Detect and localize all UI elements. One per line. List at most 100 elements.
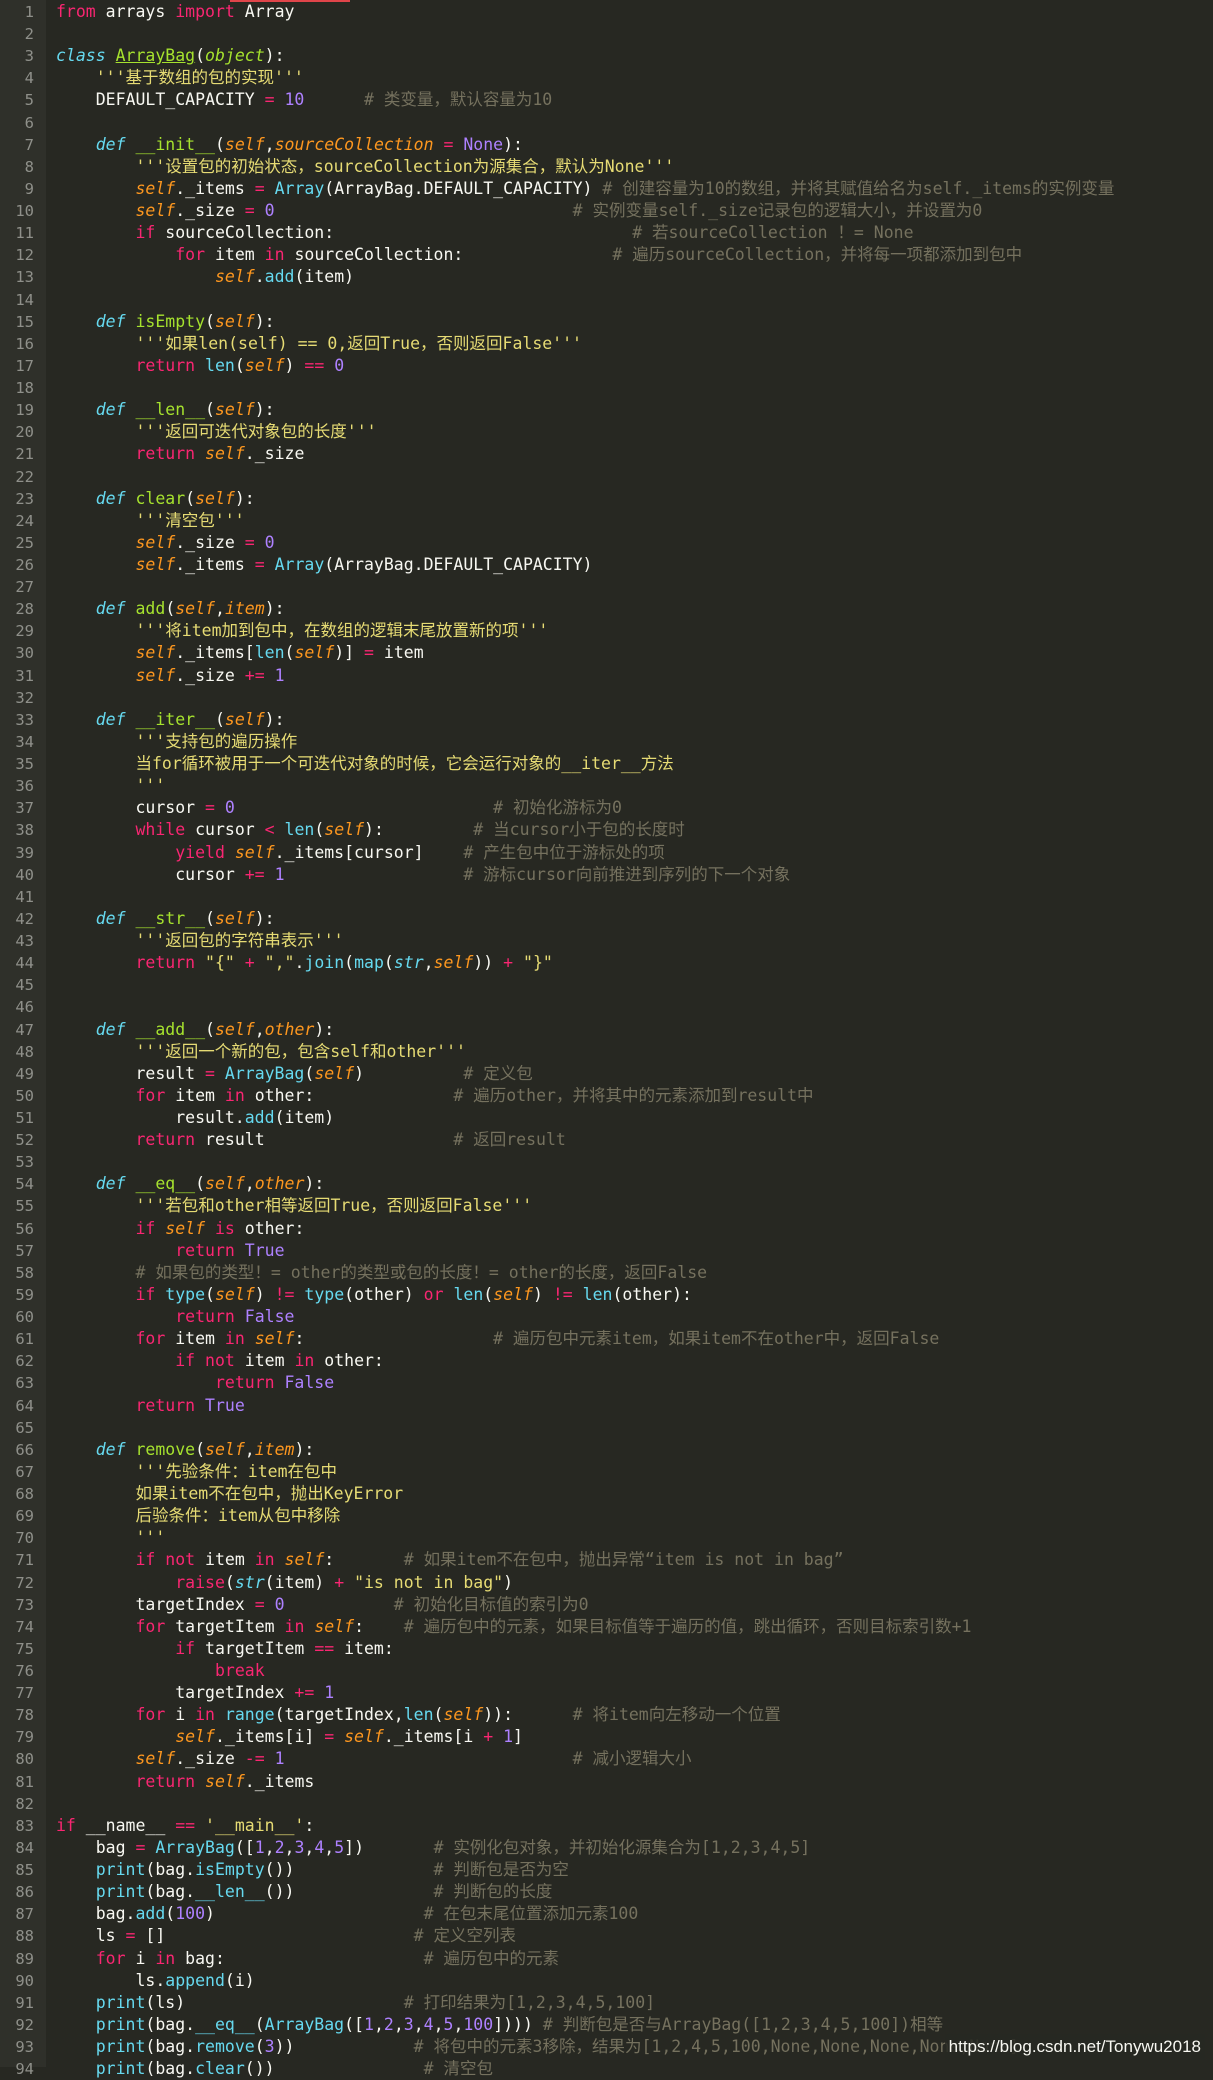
code-line: 8 '''设置包的初始状态，sourceCollection为源集合，默认为No…: [0, 156, 1213, 178]
line-number: 73: [15, 1595, 34, 1614]
code-token: result.: [56, 1108, 245, 1127]
code-token: ==: [175, 1815, 196, 1835]
code-token: 100: [463, 2014, 494, 2034]
code-line: 26 self._items = Array(ArrayBag.DEFAULT_…: [0, 554, 1213, 576]
code-token: self: [344, 1727, 384, 1747]
code-line: 48 '''返回一个新的包，包含self和other''': [0, 1041, 1213, 1063]
code-token: self: [205, 1771, 245, 1791]
code-text: def __init__(self,sourceCollection = Non…: [56, 134, 523, 156]
code-text: if not item in self: # 如果item不在包中，抛出异常“i…: [56, 1549, 843, 1571]
code-token: self: [254, 1329, 295, 1349]
line-number: 7: [24, 135, 34, 154]
code-text: if sourceCollection: # 若sourceCollection…: [56, 222, 913, 244]
code-token: __iter__: [135, 709, 215, 729]
code-token: return: [135, 953, 196, 973]
code-token: (bag.: [145, 2014, 196, 2034]
code-text: targetIndex = 0 # 初始化目标值的索引为0: [56, 1594, 588, 1616]
code-text: '''如果len(self) == 0,返回True，否则返回False''': [56, 333, 582, 355]
code-line: 68 如果item不在包中，抛出KeyError: [0, 1483, 1213, 1505]
code-token: cursor: [185, 820, 265, 840]
line-number: 26: [15, 556, 34, 574]
code-text: for item in self: # 遍历包中元素item，如果item不在o…: [56, 1328, 939, 1350]
code-line: 49 result = ArrayBag(self) # 定义包: [0, 1063, 1213, 1085]
code-token: 2: [274, 1837, 285, 1857]
code-text: print(ls) # 打印结果为[1,2,3,4,5,100]: [56, 1992, 655, 2014]
code-token: # 在包末尾位置添加元素100: [423, 1904, 639, 1924]
code-text: bag = ArrayBag([1,2,3,4,5]) # 实例化包对象，并初始…: [56, 1837, 810, 1859]
code-line: 53: [0, 1151, 1213, 1173]
code-token: (: [254, 2037, 265, 2057]
code-token: item: [195, 1550, 255, 1570]
code-token: "}": [523, 953, 553, 973]
code-token: 0: [264, 532, 275, 552]
line-number: 1: [24, 3, 34, 21]
code-token: def: [95, 1439, 126, 1459]
line-number: 22: [15, 467, 34, 486]
code-line: 43 '''返回包的字符串表示''': [0, 930, 1213, 952]
code-token: item: [224, 599, 265, 619]
line-number: 11: [15, 224, 34, 243]
code-text: return False: [56, 1372, 334, 1394]
code-line: 9 self._items = Array(ArrayBag.DEFAULT_C…: [0, 178, 1213, 200]
code-token: def: [95, 1019, 126, 1039]
code-token: '''基于数组的包的实现''': [56, 68, 304, 88]
code-line: 56 if self is other:: [0, 1218, 1213, 1240]
code-line: 80 self._size -= 1 # 减小逻辑大小: [0, 1748, 1213, 1770]
code-token: 4: [314, 1837, 325, 1857]
code-token: (: [234, 355, 245, 375]
code-token: result: [195, 1130, 454, 1150]
code-token: 0: [224, 798, 235, 818]
code-token: # 将包中的元素3移除，结果为[1,2,4,5,100,None,None,No…: [413, 2037, 1019, 2057]
code-token: self: [135, 643, 176, 663]
code-editor[interactable]: 1 from arrays import Array 2 3 class ArrayBa…: [0, 0, 1213, 2078]
code-token: __len__: [195, 1882, 265, 1902]
code-token: from: [56, 2, 96, 21]
code-text: def __add__(self,other):: [56, 1019, 334, 1041]
code-token: self: [443, 1705, 484, 1725]
code-token: <: [264, 820, 275, 840]
code-token: (i): [224, 1970, 255, 1990]
code-text: if self is other:: [56, 1218, 304, 1240]
line-number: 50: [15, 1086, 34, 1105]
line-number: 29: [15, 622, 34, 641]
code-line: 34 '''支持包的遍历操作: [0, 731, 1213, 753]
line-number: 82: [15, 1794, 34, 1813]
watermark-text: https://blog.csdn.net/Tonywu2018: [944, 2034, 1205, 2060]
code-text: print(bag.isEmpty()) # 判断包是否为空: [56, 1859, 569, 1881]
code-token: :: [304, 1815, 315, 1835]
code-token: (item): [264, 1572, 335, 1592]
code-token: (bag.: [145, 2037, 196, 2057]
code-text: self._items = Array(ArrayBag.DEFAULT_CAP…: [56, 178, 1114, 200]
code-line: 87 bag.add(100) # 在包末尾位置添加元素100: [0, 1903, 1213, 1925]
code-token: bag.: [56, 1904, 136, 1924]
code-token: # 当cursor小于包的长度时: [473, 820, 685, 840]
code-token: ([: [234, 1837, 255, 1857]
line-number: 88: [15, 1927, 34, 1946]
code-token: (: [214, 134, 225, 154]
code-line: 72 raise(str(item) + "is not in bag"): [0, 1572, 1213, 1594]
code-line: 3 class ArrayBag(object):: [0, 45, 1213, 67]
code-token: ]))): [493, 2014, 543, 2034]
code-token: in: [294, 1351, 315, 1371]
code-token: clear: [195, 2059, 245, 2079]
code-token: self: [175, 1727, 215, 1747]
code-token: (: [284, 643, 295, 663]
code-token: ._items[i: [383, 1727, 484, 1747]
code-token: in: [284, 1616, 305, 1636]
code-token: 2: [383, 2014, 394, 2034]
code-line: 21 return self._size: [0, 443, 1213, 465]
code-text: ''': [56, 1527, 165, 1549]
